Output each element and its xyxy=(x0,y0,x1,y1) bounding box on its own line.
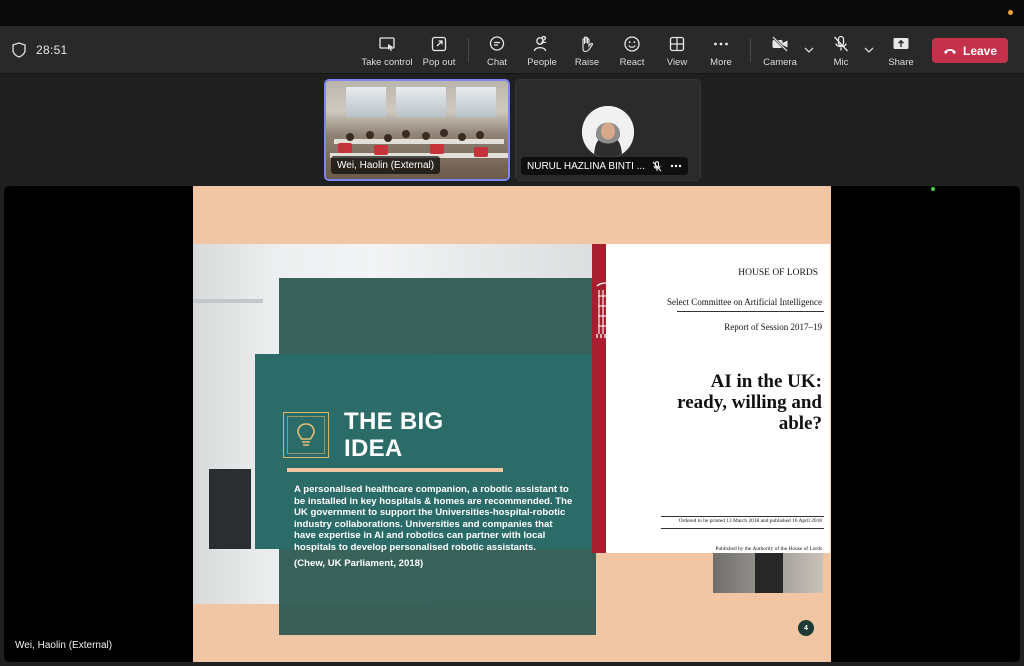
big-idea-body: A personalised healthcare companion, a r… xyxy=(294,484,573,553)
title-underline xyxy=(287,468,503,472)
raise-label: Raise xyxy=(574,57,600,68)
report-title: AI in the UK: ready, willing and able? xyxy=(622,371,822,434)
big-idea-title: THE BIG IDEA xyxy=(344,408,544,462)
more-button[interactable]: More xyxy=(706,32,736,70)
share-screen-icon xyxy=(893,38,909,49)
participant-photo-icon xyxy=(582,106,634,158)
slide-page-number: 4 xyxy=(798,620,814,636)
notification-dot xyxy=(1008,10,1013,15)
report-house: HOUSE OF LORDS xyxy=(738,268,818,278)
report-divider xyxy=(661,516,824,517)
people-button[interactable]: 2 People xyxy=(524,32,560,70)
share-label: Share xyxy=(888,57,914,68)
take-control-button[interactable]: Take control xyxy=(360,32,414,70)
lightbulb-icon xyxy=(283,412,329,458)
participant-name-tag: NURUL HAZLINA BINTI ... xyxy=(521,157,688,175)
more-label: More xyxy=(710,57,732,68)
shared-screen[interactable]: THE BIG IDEA A personalised healthcare c… xyxy=(4,186,1020,662)
report-published-note: Published by the Authority of the House … xyxy=(715,546,822,552)
smiley-icon xyxy=(624,36,640,52)
presenter-name-label: Wei, Haolin (External) xyxy=(15,640,113,651)
report-session: Report of Session 2017–19 xyxy=(724,322,822,332)
participant-name: NURUL HAZLINA BINTI ... xyxy=(527,160,645,172)
big-idea-citation: (Chew, UK Parliament, 2018) xyxy=(294,558,424,569)
more-options-icon[interactable] xyxy=(670,164,682,168)
chat-label: Chat xyxy=(486,57,508,68)
toolbar-divider xyxy=(468,38,469,62)
meeting-timer: 28:51 xyxy=(36,43,68,57)
participant-name: Wei, Haolin (External) xyxy=(337,159,435,171)
mic-off-icon xyxy=(834,35,848,52)
view-label: View xyxy=(666,57,688,68)
hang-up-phone-icon xyxy=(943,48,956,54)
participant-tile-room[interactable]: Wei, Haolin (External) xyxy=(324,79,510,181)
camera-off-icon xyxy=(772,36,788,52)
pop-out-icon xyxy=(431,36,447,52)
leave-button[interactable]: Leave xyxy=(932,38,1008,63)
report-divider xyxy=(677,311,824,312)
participant-strip: Wei, Haolin (External) NURUL HAZLINA BIN… xyxy=(0,75,1024,185)
share-button[interactable]: Share xyxy=(886,32,916,70)
report-committee: Select Committee on Artificial Intellige… xyxy=(667,297,822,307)
mic-options-chevron-icon[interactable] xyxy=(864,46,874,54)
chat-button[interactable]: Chat xyxy=(482,32,512,70)
react-button[interactable]: React xyxy=(616,32,648,70)
grid-view-icon xyxy=(669,36,685,52)
report-title-line: ready, willing and xyxy=(677,392,822,413)
avatar xyxy=(582,106,634,158)
chat-icon xyxy=(489,36,505,51)
mic-label: Mic xyxy=(833,57,849,68)
participant-tile-nurul[interactable]: NURUL HAZLINA BINTI ... xyxy=(515,79,701,181)
toolbar-divider xyxy=(750,38,751,62)
slide-hand-photo xyxy=(713,553,823,593)
camera-label: Camera xyxy=(763,57,797,68)
more-dots-icon xyxy=(714,42,728,46)
pop-out-label: Pop out xyxy=(422,57,456,68)
camera-options-chevron-icon[interactable] xyxy=(804,46,814,54)
report-divider xyxy=(661,528,824,529)
view-button[interactable]: View xyxy=(662,32,692,70)
raise-hand-button[interactable]: Raise xyxy=(572,32,602,70)
people-label: People xyxy=(527,57,557,68)
take-control-icon xyxy=(379,37,395,51)
report-title-line: able? xyxy=(778,413,822,434)
mic-button[interactable]: Mic xyxy=(828,32,854,70)
pop-out-button[interactable]: Pop out xyxy=(420,32,458,70)
react-label: React xyxy=(619,57,645,68)
shield-icon[interactable] xyxy=(12,42,26,58)
leave-label: Leave xyxy=(962,43,998,58)
presence-dot xyxy=(931,187,935,191)
meeting-toolbar: 28:51 Take control Pop out Chat 2 People… xyxy=(0,26,1024,74)
presentation-slide: THE BIG IDEA A personalised healthcare c… xyxy=(193,186,831,662)
teams-meeting-window: 28:51 Take control Pop out Chat 2 People… xyxy=(0,0,1024,666)
raise-hand-icon xyxy=(582,36,594,53)
camera-button[interactable]: Camera xyxy=(762,32,798,70)
portcullis-crest-icon xyxy=(596,282,616,338)
house-of-lords-report-cover: HOUSE OF LORDS Select Committee on Artif… xyxy=(592,244,830,553)
big-idea-title-line: THE BIG xyxy=(344,408,444,435)
report-title-line: AI in the UK: xyxy=(710,371,822,392)
report-ordered-note: Ordered to be printed 13 March 2018 and … xyxy=(678,518,822,524)
take-control-label: Take control xyxy=(361,57,413,68)
people-count-badge: 2 xyxy=(541,35,547,46)
participant-name-tag: Wei, Haolin (External) xyxy=(331,156,441,174)
big-idea-title-line: IDEA xyxy=(344,435,403,462)
title-bar xyxy=(0,0,1024,26)
muted-mic-icon xyxy=(652,160,662,171)
